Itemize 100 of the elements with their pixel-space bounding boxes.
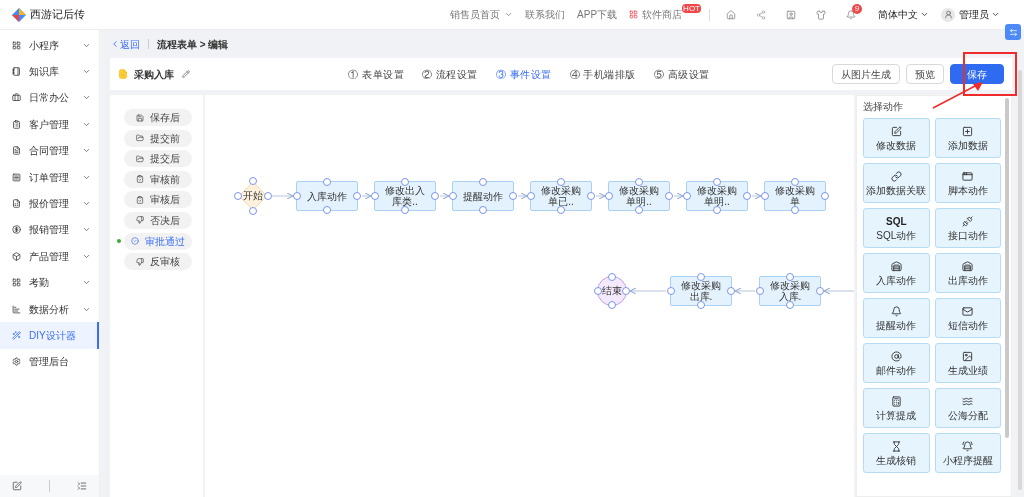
connection-port[interactable]: [509, 192, 517, 200]
connection-port[interactable]: [791, 206, 799, 214]
connection-port[interactable]: [635, 178, 643, 186]
flow-node[interactable]: 修改采购单明..: [686, 181, 748, 211]
action-tile[interactable]: 接口动作: [934, 208, 1001, 248]
sidebar-item[interactable]: 订单管理: [0, 163, 99, 191]
edit-icon[interactable]: [182, 70, 190, 78]
sidebar-item[interactable]: 产品管理: [0, 243, 99, 270]
sidebar-item[interactable]: 考勤: [0, 269, 99, 296]
save-button[interactable]: 保存: [950, 64, 1004, 84]
connection-port[interactable]: [683, 192, 691, 200]
flow-node[interactable]: 修改采购单已..: [530, 181, 592, 211]
sidebar-item[interactable]: 管理后台: [0, 348, 99, 376]
flow-node[interactable]: 修改采购出库.: [670, 276, 732, 306]
connection-port[interactable]: [353, 192, 361, 200]
connection-port[interactable]: [816, 287, 824, 295]
collapse-menu-icon[interactable]: [77, 481, 87, 491]
action-tile[interactable]: 修改数据: [863, 118, 930, 158]
connection-port[interactable]: [557, 178, 565, 186]
connection-port[interactable]: [371, 192, 379, 200]
connection-port[interactable]: [697, 273, 705, 281]
event-item[interactable]: 提交后: [124, 150, 192, 168]
step-tab[interactable]: ① 表单设置: [348, 66, 405, 82]
connection-port[interactable]: [323, 206, 331, 214]
shirt-icon[interactable]: [816, 9, 826, 20]
connection-port[interactable]: [323, 178, 331, 186]
sidebar-item[interactable]: 合同管理: [0, 137, 99, 164]
step-tab[interactable]: ② 流程设置: [422, 66, 478, 82]
event-item[interactable]: 否决后: [124, 211, 192, 229]
flow-node[interactable]: 修改采购单明..: [608, 181, 670, 211]
user-menu[interactable]: 管理员: [959, 7, 1000, 22]
connection-port[interactable]: [761, 192, 769, 200]
event-item[interactable]: 审核前: [124, 170, 192, 188]
event-item[interactable]: 提交前: [124, 129, 192, 147]
connection-port[interactable]: [587, 192, 595, 200]
connection-port[interactable]: [786, 273, 794, 281]
action-tile[interactable]: SQL SQL动作: [863, 208, 930, 248]
step-tab[interactable]: ④ 手机端排版: [569, 66, 636, 82]
connection-port[interactable]: [293, 192, 301, 200]
step-tab[interactable]: ③ 事件设置: [495, 66, 552, 82]
connection-port[interactable]: [401, 206, 409, 214]
action-tile[interactable]: 脚本动作: [934, 163, 1001, 203]
connection-port[interactable]: [821, 192, 829, 200]
action-tile[interactable]: 公海分配: [934, 388, 1001, 428]
flow-node[interactable]: 修改采购入库.: [759, 276, 821, 306]
header-link[interactable]: 联系我们: [525, 7, 566, 22]
connection-port[interactable]: [449, 192, 457, 200]
sidebar-item[interactable]: 报销管理: [0, 216, 99, 244]
flow-node[interactable]: 入库动作: [296, 181, 358, 211]
avatar[interactable]: [941, 7, 955, 22]
connection-port[interactable]: [665, 192, 673, 200]
sidebar-item[interactable]: 报价管理: [0, 190, 99, 217]
connection-port[interactable]: [431, 192, 439, 200]
swap-button[interactable]: [1005, 24, 1021, 40]
connection-port[interactable]: [667, 287, 675, 295]
action-tile[interactable]: 添加数据: [934, 118, 1001, 158]
connection-port[interactable]: [713, 178, 721, 186]
profile-card-icon[interactable]: [786, 9, 796, 20]
sidebar-item[interactable]: 知识库: [0, 58, 99, 85]
action-tile[interactable]: 短信动作: [934, 298, 1001, 338]
action-tile[interactable]: 计算提成: [863, 388, 930, 428]
header-link[interactable]: APP下载: [577, 7, 618, 22]
connection-port[interactable]: [727, 287, 735, 295]
event-item[interactable]: 审核后: [124, 191, 192, 209]
connection-port[interactable]: [401, 178, 409, 186]
event-item[interactable]: 保存后: [124, 109, 192, 126]
back-link[interactable]: 返回: [110, 36, 140, 52]
action-tile[interactable]: 生成核销: [863, 433, 930, 473]
share-icon[interactable]: [756, 9, 766, 20]
flow-node[interactable]: 修改出入库类..: [374, 181, 436, 211]
edit-icon[interactable]: [12, 481, 22, 491]
action-tile[interactable]: 邮件动作: [863, 343, 930, 383]
header-link[interactable]: 销售员首页: [450, 7, 514, 22]
connection-port[interactable]: [756, 287, 764, 295]
event-item[interactable]: 反审核: [124, 253, 192, 271]
action-tile[interactable]: 生成业绩: [934, 343, 1001, 383]
action-tile[interactable]: 提醒动作: [863, 298, 930, 338]
action-tile[interactable]: 添加数据关联: [863, 163, 930, 203]
sidebar-item[interactable]: 日常办公: [0, 84, 99, 112]
flow-node[interactable]: 提醒动作: [452, 181, 514, 211]
event-item[interactable]: 审批通过: [124, 232, 192, 250]
connection-port[interactable]: [713, 206, 721, 214]
connection-port[interactable]: [557, 206, 565, 214]
connection-port[interactable]: [479, 178, 487, 186]
end-node[interactable]: 结束: [597, 276, 627, 306]
sidebar-item[interactable]: 数据分析: [0, 295, 99, 323]
connection-port[interactable]: [786, 301, 794, 309]
sidebar-item[interactable]: 小程序: [0, 32, 99, 59]
action-tile[interactable]: 出库动作: [934, 253, 1001, 293]
language-selector[interactable]: 简体中文: [878, 7, 929, 22]
header-link[interactable]: 软件商店: [642, 7, 683, 22]
sidebar-item[interactable]: 客户管理: [0, 111, 99, 138]
flow-node[interactable]: 修改采购单: [764, 181, 826, 211]
connection-port[interactable]: [697, 301, 705, 309]
connection-port[interactable]: [635, 206, 643, 214]
toolbar-button[interactable]: 从图片生成: [832, 64, 900, 84]
step-tab[interactable]: ⑤ 高级设置: [653, 66, 710, 82]
bell-icon[interactable]: [846, 9, 856, 20]
connection-port[interactable]: [605, 192, 613, 200]
connection-port[interactable]: [791, 178, 799, 186]
